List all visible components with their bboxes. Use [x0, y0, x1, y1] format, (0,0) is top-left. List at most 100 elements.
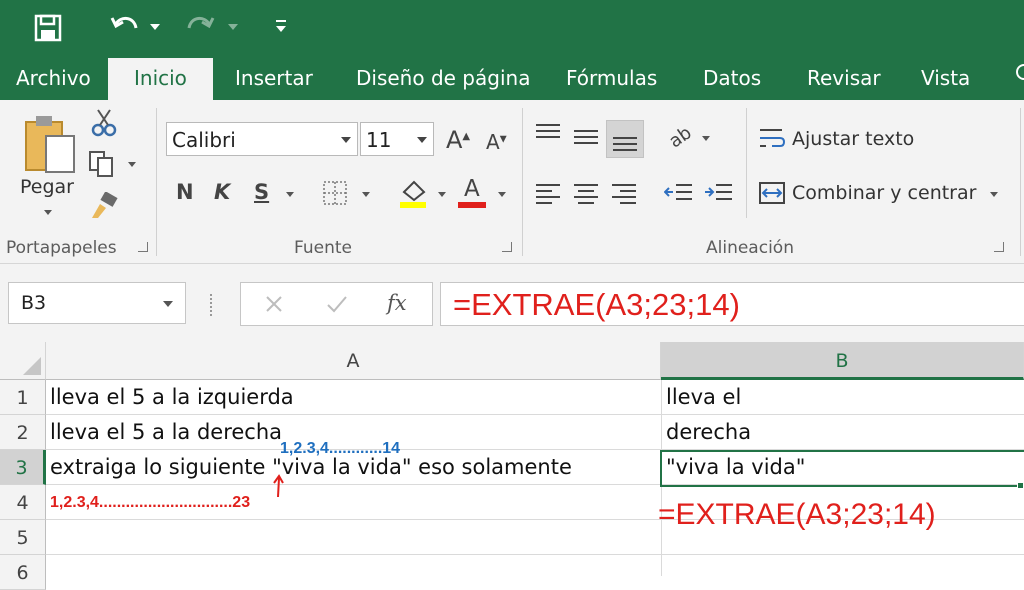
decrease-indent-icon[interactable] [664, 182, 692, 206]
tab-inicio[interactable]: Inicio [108, 58, 213, 100]
tab-archivo[interactable]: Archivo [16, 66, 91, 90]
ribbon: Pegar Portapapeles Calibri 11 A▲ A▼ N K … [0, 100, 1024, 264]
align-right-button[interactable] [612, 184, 638, 206]
blue-count-annotation: 1,2.3,4............14 [280, 440, 401, 457]
fill-color-icon[interactable] [398, 178, 428, 210]
italic-button[interactable]: K [214, 180, 230, 204]
font-color-letter: A [464, 176, 480, 202]
fill-handle[interactable] [1017, 482, 1024, 489]
orientation-icon[interactable]: ab [664, 122, 694, 150]
tab-revisar[interactable]: Revisar [807, 66, 881, 90]
red-count-annotation: 1,2.3,4..............................23 [50, 494, 251, 511]
tell-me-icon[interactable] [1014, 64, 1024, 93]
wrap-text-label: Ajustar texto [792, 128, 915, 150]
separator [1020, 108, 1021, 256]
formula-bar-area: B3 fx =EXTRAE(A3;23;14) [0, 264, 1024, 342]
row-header-5[interactable]: 5 [0, 520, 46, 555]
separator [746, 108, 747, 218]
underline-dropdown-icon[interactable] [286, 192, 294, 197]
selected-cell-border [660, 450, 1024, 487]
cell-b1[interactable]: lleva el [666, 385, 741, 409]
enter-icon[interactable] [325, 293, 349, 315]
cell-a1[interactable]: lleva el 5 a la izquierda [50, 385, 294, 409]
redo-dropdown-icon[interactable] [228, 24, 238, 30]
column-header-b[interactable]: B [661, 342, 1024, 380]
formula-bar-grip-icon[interactable] [210, 294, 214, 316]
svg-text:ab: ab [665, 122, 694, 150]
quick-access-toolbar [0, 0, 1024, 56]
insert-function-icon[interactable]: fx [387, 291, 407, 315]
copy-dropdown-icon[interactable] [128, 162, 136, 167]
tab-datos[interactable]: Datos [703, 66, 761, 90]
formula-buttons: fx [240, 282, 433, 326]
font-color-dropdown-icon[interactable] [498, 192, 506, 197]
merge-center-dropdown-icon [990, 192, 998, 197]
row-header-1[interactable]: 1 [0, 380, 46, 415]
tab-formulas[interactable]: Fórmulas [566, 66, 657, 90]
copy-icon[interactable] [88, 150, 116, 178]
cell-a2[interactable]: lleva el 5 a la derecha [50, 420, 282, 444]
merge-center-icon [759, 182, 785, 204]
orientation-dropdown-icon[interactable] [702, 136, 710, 141]
font-color-button[interactable]: A [458, 176, 488, 208]
increase-indent-icon[interactable] [704, 182, 732, 206]
red-arrow-icon [273, 474, 284, 498]
borders-dropdown-icon[interactable] [362, 192, 370, 197]
paste-button[interactable]: Pegar [14, 110, 80, 228]
paste-label: Pegar [20, 176, 74, 198]
formula-input[interactable]: =EXTRAE(A3;23;14) [440, 282, 1024, 326]
separator [156, 108, 157, 256]
ribbon-tabs: Archivo Inicio Insertar Diseño de página… [0, 56, 1024, 100]
formula-note-annotation: =EXTRAE(A3;23;14) [658, 498, 936, 531]
row-header-4[interactable]: 4 [0, 485, 46, 520]
select-all-button[interactable] [0, 342, 46, 380]
alignment-group-label: Alineación [706, 238, 794, 258]
customize-qat-icon[interactable] [276, 20, 286, 34]
formula-text: =EXTRAE(A3;23;14) [453, 287, 740, 322]
shrink-font-button[interactable]: A▼ [486, 130, 507, 154]
paste-icon [25, 116, 75, 173]
undo-dropdown-icon[interactable] [150, 24, 160, 30]
alignment-launcher-icon[interactable] [994, 242, 1004, 252]
align-center-button[interactable] [574, 184, 600, 206]
row-header-3[interactable]: 3 [0, 450, 46, 485]
underline-button[interactable]: S [254, 180, 269, 204]
align-middle-button[interactable] [574, 128, 600, 150]
borders-icon[interactable] [322, 180, 348, 206]
cell-a3[interactable]: extraiga lo siguiente "viva la vida" eso… [50, 455, 572, 479]
merge-center-label: Combinar y centrar [792, 182, 977, 204]
font-name-combo[interactable]: Calibri [166, 122, 358, 156]
clipboard-launcher-icon[interactable] [138, 242, 148, 252]
format-painter-icon[interactable] [88, 192, 118, 220]
align-left-button[interactable] [536, 184, 562, 206]
cell-b2[interactable]: derecha [666, 420, 751, 444]
tab-vista[interactable]: Vista [921, 66, 970, 90]
wrap-text-icon [760, 129, 786, 147]
font-size-value: 11 [366, 128, 392, 152]
clipboard-group-label: Portapapeles [6, 238, 117, 258]
undo-icon[interactable] [110, 12, 140, 42]
merge-center-button[interactable]: Combinar y centrar [758, 178, 1008, 210]
name-box-value: B3 [21, 292, 47, 314]
bold-button[interactable]: N [176, 180, 194, 204]
row-header-6[interactable]: 6 [0, 555, 46, 590]
grow-font-button[interactable]: A▲ [446, 126, 470, 154]
row-header-2[interactable]: 2 [0, 415, 46, 450]
align-bottom-button[interactable] [606, 120, 644, 158]
fill-color-dropdown-icon[interactable] [438, 192, 446, 197]
save-icon[interactable] [34, 14, 62, 42]
tab-insertar[interactable]: Insertar [235, 66, 313, 90]
align-top-button[interactable] [536, 124, 562, 146]
font-group-label: Fuente [294, 238, 352, 258]
wrap-text-button[interactable]: Ajustar texto [758, 124, 918, 156]
name-box[interactable]: B3 [8, 282, 186, 324]
cancel-icon[interactable] [263, 293, 285, 315]
font-size-combo[interactable]: 11 [360, 122, 434, 156]
cut-icon[interactable] [90, 108, 118, 138]
separator [522, 108, 523, 256]
tab-diseno-pagina[interactable]: Diseño de página [356, 66, 530, 90]
font-name-value: Calibri [172, 128, 236, 152]
column-header-a[interactable]: A [46, 342, 661, 380]
redo-icon[interactable] [185, 12, 215, 42]
font-launcher-icon[interactable] [502, 242, 512, 252]
